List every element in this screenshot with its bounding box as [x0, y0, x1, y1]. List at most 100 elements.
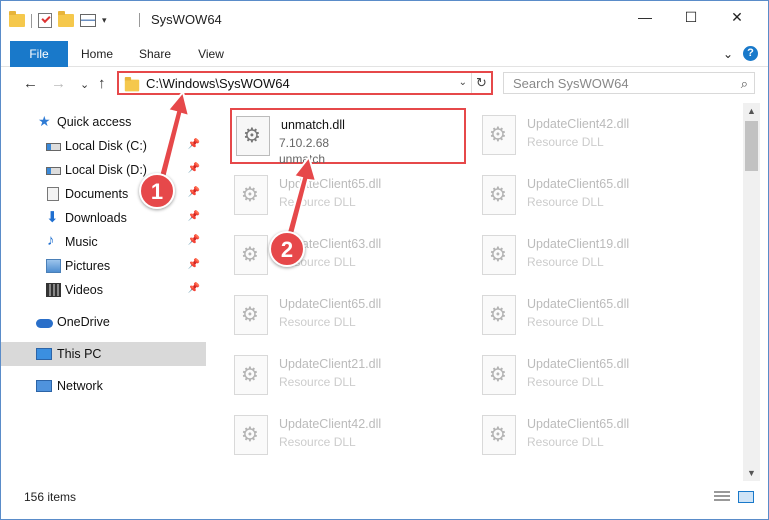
- document-icon: [47, 187, 59, 201]
- download-arrow-icon: ⬇: [46, 209, 59, 226]
- address-path[interactable]: C:\Windows\SysWOW64: [146, 76, 290, 91]
- folder-icon: [9, 11, 25, 27]
- sidebar-item-this-pc[interactable]: This PC: [1, 342, 206, 366]
- file-name: UpdateClient65.dll: [279, 297, 382, 311]
- pin-icon[interactable]: 📌: [188, 259, 200, 270]
- sidebar-item-onedrive[interactable]: OneDrive: [1, 310, 206, 334]
- help-icon[interactable]: ?: [743, 46, 758, 61]
- sidebar-item-label: Downloads: [65, 211, 127, 225]
- pin-icon[interactable]: 📌: [188, 235, 200, 246]
- file-tile[interactable]: UpdateClient65.dll Resource DLL: [478, 349, 714, 405]
- search-icon[interactable]: ⌕: [741, 76, 748, 92]
- maximize-button[interactable]: ☐: [668, 1, 714, 33]
- pin-icon[interactable]: 📌: [188, 283, 200, 294]
- details-view-icon[interactable]: [714, 491, 730, 503]
- dll-gear-icon: [236, 116, 270, 156]
- recent-locations-chevron-icon[interactable]: ⌄: [80, 78, 89, 91]
- file-description: unmatch: [279, 152, 326, 166]
- dll-gear-icon: [234, 175, 268, 215]
- large-icons-view-icon[interactable]: [738, 491, 754, 503]
- tab-share[interactable]: Share: [133, 41, 177, 67]
- sidebar-item-local-disk-d[interactable]: Local Disk (D:) 📌: [1, 158, 206, 182]
- pin-icon[interactable]: 📌: [188, 211, 200, 222]
- properties-icon[interactable]: [80, 14, 96, 27]
- up-button[interactable]: ↑: [98, 75, 106, 92]
- scroll-down-arrow-icon[interactable]: ▼: [743, 465, 760, 481]
- sidebar-item-local-disk-c[interactable]: Local Disk (C:) 📌: [1, 134, 206, 158]
- sidebar-item-quick-access[interactable]: ★ Quick access: [1, 110, 206, 134]
- scroll-thumb[interactable]: [745, 121, 758, 171]
- navigation-pane: ★ Quick access Local Disk (C:) 📌 Local D…: [1, 103, 208, 481]
- file-tile[interactable]: UpdateClient42.dll Resource DLL: [478, 109, 714, 165]
- file-tile[interactable]: UpdateClient63.dll Resource DLL: [230, 229, 466, 285]
- sidebar-item-label: Quick access: [57, 115, 132, 129]
- scroll-up-arrow-icon[interactable]: ▲: [743, 103, 760, 119]
- expand-ribbon-chevron-icon[interactable]: ⌄: [723, 47, 733, 61]
- customize-toolbar-chevron-icon[interactable]: ▾: [102, 15, 107, 26]
- step-2-marker: 2: [269, 231, 305, 267]
- new-folder-icon[interactable]: [58, 11, 74, 27]
- tab-view[interactable]: View: [189, 41, 233, 67]
- properties-check-icon[interactable]: [38, 13, 52, 28]
- drive-icon: [46, 143, 61, 151]
- close-button[interactable]: ✕: [714, 1, 760, 33]
- minimize-button[interactable]: —: [622, 1, 668, 33]
- file-description: Resource DLL: [279, 435, 356, 449]
- file-name: UpdateClient42.dll: [279, 417, 382, 431]
- file-tile[interactable]: UpdateClient65.dll Resource DLL: [478, 169, 714, 225]
- address-history-chevron-icon[interactable]: ⌄: [459, 77, 467, 88]
- file-description: Resource DLL: [527, 255, 604, 269]
- address-bar[interactable]: C:\Windows\SysWOW64 ⌄ ↻: [117, 71, 493, 95]
- file-tile[interactable]: UpdateClient21.dll Resource DLL: [230, 349, 466, 405]
- sidebar-item-documents[interactable]: Documents 📌: [1, 182, 206, 206]
- sidebar-item-downloads[interactable]: ⬇ Downloads 📌: [1, 206, 206, 230]
- film-strip-icon: [46, 283, 61, 297]
- dll-gear-icon: [234, 355, 268, 395]
- file-tile-unmatch-dll[interactable]: unmatch.dll 7.10.2.68 unmatch: [230, 108, 466, 166]
- sidebar-item-label: Music: [65, 235, 98, 249]
- sidebar-item-label: OneDrive: [57, 315, 110, 329]
- file-list: unmatch.dll 7.10.2.68 unmatch UpdateClie…: [208, 103, 743, 481]
- sidebar-item-videos[interactable]: Videos 📌: [1, 278, 206, 302]
- drive-icon: [46, 167, 61, 175]
- file-tile[interactable]: UpdateClient19.dll Resource DLL: [478, 229, 714, 285]
- vertical-scrollbar[interactable]: ▲ ▼: [743, 103, 760, 481]
- tab-file[interactable]: File: [10, 41, 68, 67]
- dll-gear-icon: [234, 415, 268, 455]
- step-1-marker: 1: [139, 173, 175, 209]
- sidebar-item-label: Videos: [65, 283, 103, 297]
- search-input[interactable]: Search SysWOW64 ⌕: [503, 72, 755, 94]
- dll-gear-icon: [482, 355, 516, 395]
- quick-access-toolbar: ▾: [9, 11, 107, 28]
- music-note-icon: ♪: [47, 232, 55, 249]
- title-bar: ▾ SysWOW64 — ☐ ✕: [1, 1, 768, 41]
- file-description: Resource DLL: [279, 375, 356, 389]
- sidebar-item-pictures[interactable]: Pictures 📌: [1, 254, 206, 278]
- file-name: UpdateClient65.dll: [527, 357, 630, 371]
- dll-gear-icon: [234, 235, 268, 275]
- pin-icon[interactable]: 📌: [188, 163, 200, 174]
- sidebar-item-music[interactable]: ♪ Music 📌: [1, 230, 206, 254]
- file-tile[interactable]: UpdateClient42.dll Resource DLL: [230, 409, 466, 465]
- file-tile[interactable]: UpdateClient65.dll Resource DLL: [230, 289, 466, 345]
- file-description: Resource DLL: [527, 135, 604, 149]
- pin-icon[interactable]: 📌: [188, 139, 200, 150]
- tab-home[interactable]: Home: [75, 41, 119, 67]
- file-tile[interactable]: UpdateClient65.dll Resource DLL: [478, 289, 714, 345]
- back-button[interactable]: ←: [23, 75, 38, 92]
- sidebar-item-label: Local Disk (D:): [65, 163, 147, 177]
- sidebar-item-label: Local Disk (C:): [65, 139, 147, 153]
- refresh-icon[interactable]: ↻: [471, 73, 491, 93]
- pin-icon[interactable]: 📌: [188, 187, 200, 198]
- forward-button[interactable]: →: [51, 75, 66, 92]
- file-description: Resource DLL: [279, 315, 356, 329]
- file-description: Resource DLL: [279, 195, 356, 209]
- sidebar-item-label: Network: [57, 379, 103, 393]
- file-name: UpdateClient65.dll: [527, 417, 630, 431]
- computer-icon: [36, 348, 52, 360]
- file-tile[interactable]: UpdateClient65.dll Resource DLL: [230, 169, 466, 225]
- address-folder-icon: [124, 76, 140, 92]
- sidebar-item-network[interactable]: Network: [1, 374, 206, 398]
- dll-gear-icon: [482, 295, 516, 335]
- file-tile[interactable]: UpdateClient65.dll Resource DLL: [478, 409, 714, 465]
